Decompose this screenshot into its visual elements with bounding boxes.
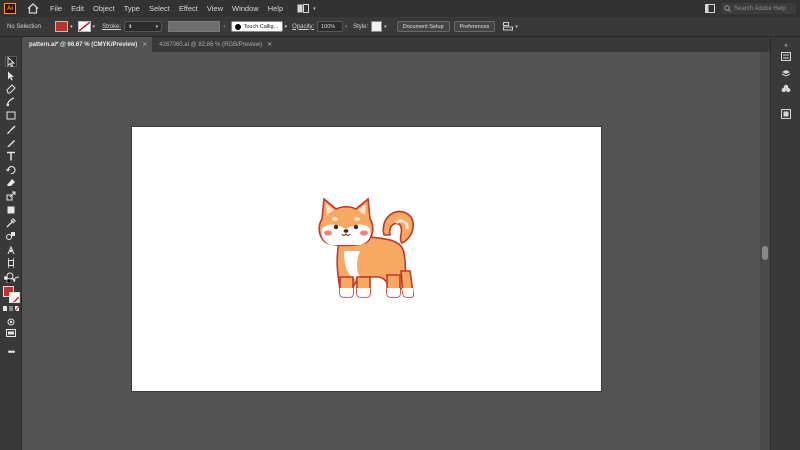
align-icon <box>503 22 514 31</box>
menu-object[interactable]: Object <box>93 4 115 13</box>
arrange-icon[interactable]: ▾ <box>503 22 518 31</box>
draw-mode-icon[interactable] <box>5 316 17 327</box>
menu-bar: Ai File Edit Object Type Select Effect V… <box>0 0 800 17</box>
rotate-tool[interactable] <box>5 164 17 175</box>
workspace-switcher[interactable]: ▾ <box>297 4 316 13</box>
chevron-down-icon: ▾ <box>384 23 387 30</box>
illustrator-logo: Ai <box>4 3 16 14</box>
menu-window[interactable]: Window <box>232 4 259 13</box>
chevron-down-icon: ▾ <box>284 23 288 30</box>
variable-width-profile[interactable] <box>168 21 221 32</box>
pen-tool[interactable] <box>5 83 17 94</box>
document-setup-button[interactable]: Document Setup <box>396 21 450 32</box>
no-stroke-icon <box>78 22 90 31</box>
opacity-label[interactable]: Opacity: <box>292 24 314 30</box>
tools-panel: ••• <box>0 37 22 450</box>
menu-help[interactable]: Help <box>268 4 283 13</box>
type-tool[interactable] <box>5 150 17 161</box>
style-label: Style: <box>353 23 369 30</box>
width-tool[interactable] <box>5 204 17 215</box>
vertical-scrollbar[interactable] <box>760 52 770 450</box>
canvas-area[interactable] <box>22 52 770 450</box>
menu-view[interactable]: View <box>207 4 223 13</box>
tab-label: pattern.ai* @ 66.67 % (CMYK/Preview) <box>29 41 138 48</box>
tab-label: 4267060.ai @ 82.86 % (RGB/Preview) <box>159 41 263 48</box>
stepper-icon[interactable]: ⬍ <box>128 24 132 30</box>
default-colors-icon[interactable] <box>3 275 11 283</box>
opacity-value: 100% <box>321 23 336 30</box>
chevron-down-icon: ▾ <box>515 23 518 30</box>
eraser-tool[interactable] <box>5 177 17 188</box>
search-icon <box>724 5 731 12</box>
direct-selection-tool[interactable] <box>5 70 17 81</box>
layers-panel-icon[interactable] <box>779 67 793 78</box>
stroke-label[interactable]: Stroke: <box>102 24 121 30</box>
menu-type[interactable]: Type <box>124 4 140 13</box>
artboard[interactable] <box>132 127 601 391</box>
close-icon[interactable]: ✕ <box>267 41 272 48</box>
fill-control[interactable]: ▾ <box>55 21 73 32</box>
menu-effect[interactable]: Effect <box>179 4 198 13</box>
shiba-inu-illustration[interactable] <box>310 191 430 311</box>
curvature-tool[interactable] <box>5 96 17 107</box>
chevron-down-icon: ▾ <box>92 23 96 30</box>
stroke-swatch[interactable] <box>77 21 91 32</box>
brush-name: Touch Callig... <box>243 23 279 30</box>
paintbrush-tool[interactable] <box>5 124 17 135</box>
symbol-sprayer-tool[interactable] <box>5 244 17 255</box>
home-icon[interactable] <box>26 3 40 15</box>
arrange-documents-icon[interactable] <box>705 4 715 13</box>
tab-4267060-ai[interactable]: 4267060.ai @ 82.86 % (RGB/Preview) ✕ <box>152 37 277 52</box>
preferences-button[interactable]: Preferences <box>453 21 496 32</box>
selection-tool[interactable] <box>5 56 17 67</box>
scale-tool[interactable] <box>5 190 17 201</box>
search-input[interactable]: Search Adobe Help <box>721 3 796 14</box>
fill-swatch[interactable] <box>55 21 69 32</box>
scrollbar-thumb[interactable] <box>762 246 768 260</box>
pencil-tool[interactable] <box>5 137 17 148</box>
search-placeholder: Search Adobe Help <box>734 5 786 12</box>
stroke-control[interactable]: ▾ <box>77 21 96 32</box>
menu-file[interactable]: File <box>50 4 62 13</box>
brush-definition[interactable]: Touch Callig... <box>230 21 283 32</box>
opacity-field[interactable]: 100% <box>317 21 344 32</box>
menu-edit[interactable]: Edit <box>71 4 84 13</box>
stroke-color-swatch[interactable] <box>9 292 20 303</box>
menu-items: File Edit Object Type Select Effect View… <box>50 4 283 13</box>
chevron-down-icon: ▾ <box>155 23 159 30</box>
control-bar: No Selection ▾ ▾ Stroke: ⬍ ▾ ▾ Touch Cal… <box>0 17 800 37</box>
stroke-weight-field[interactable]: ⬍ ▾ <box>124 21 163 32</box>
screen-mode-icon[interactable] <box>5 327 17 338</box>
menu-select[interactable]: Select <box>149 4 170 13</box>
panel-dock: « <box>770 37 800 450</box>
chevron-down-icon: ▾ <box>223 23 226 30</box>
graphic-style-swatch[interactable] <box>371 21 383 32</box>
rectangle-tool[interactable] <box>5 110 17 121</box>
libraries-panel-icon[interactable] <box>779 83 793 94</box>
fill-stroke-indicator[interactable] <box>3 286 20 303</box>
blend-tool[interactable] <box>5 230 17 241</box>
selection-status: No Selection <box>7 23 42 30</box>
chevron-down-icon: ▾ <box>313 5 316 12</box>
tab-pattern-ai[interactable]: pattern.ai* @ 66.67 % (CMYK/Preview) ✕ <box>22 37 153 52</box>
brush-dot-icon <box>234 23 241 30</box>
document-tab-bar: pattern.ai* @ 66.67 % (CMYK/Preview) ✕ 4… <box>22 37 770 52</box>
collapse-panels-icon[interactable]: « <box>779 40 793 51</box>
eyedropper-tool[interactable] <box>5 217 17 228</box>
edit-toolbar-icon[interactable]: ••• <box>5 346 17 357</box>
chevron-down-icon: ▾ <box>70 23 73 30</box>
no-stroke-icon <box>13 296 19 302</box>
color-mode-icons[interactable] <box>3 305 19 312</box>
properties-panel-icon[interactable] <box>779 51 793 62</box>
close-icon[interactable]: ✕ <box>142 41 147 48</box>
export-panel-icon[interactable] <box>779 108 793 119</box>
chevron-right-icon[interactable]: › <box>345 24 347 30</box>
workspace-icon <box>297 4 310 13</box>
swap-colors-icon[interactable] <box>12 275 20 283</box>
artboard-tool[interactable] <box>5 257 17 268</box>
